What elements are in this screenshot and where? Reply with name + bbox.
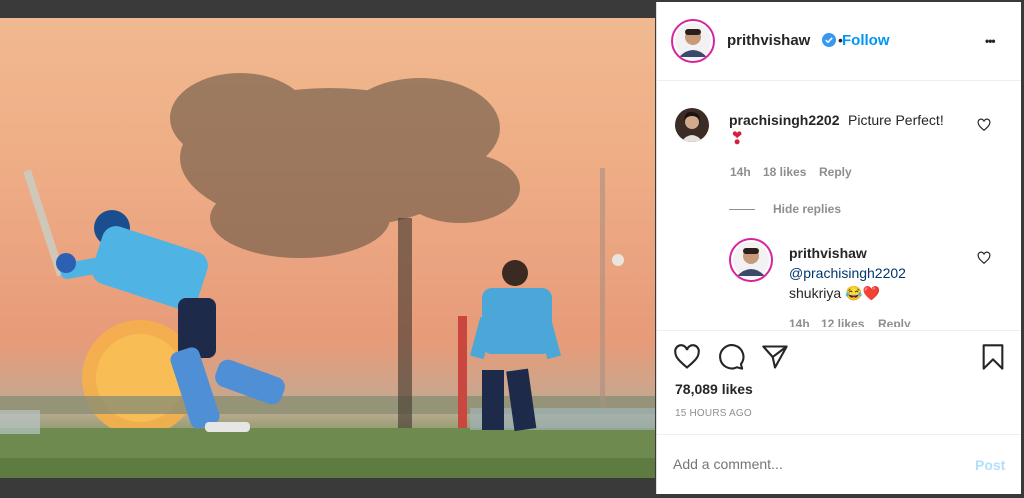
bookmark-icon[interactable] xyxy=(979,343,1007,376)
hide-replies-line xyxy=(729,209,755,210)
post-timestamp[interactable]: 15 HOURS AGO xyxy=(675,408,752,419)
verified-badge-icon xyxy=(822,33,836,52)
comment-icon[interactable] xyxy=(717,343,745,376)
post-comment-button[interactable]: Post xyxy=(975,457,1005,473)
reply-like-heart-icon[interactable] xyxy=(977,251,991,270)
reply-time: 14h xyxy=(789,317,810,327)
author-avatar[interactable] xyxy=(671,19,715,63)
comment-text: Picture Perfect! xyxy=(848,112,944,128)
share-icon[interactable] xyxy=(761,343,789,376)
post-header: prithvishaw • Follow ••• xyxy=(657,2,1021,81)
likes-count[interactable]: 78,089 likes xyxy=(675,381,753,397)
reply-mention-link[interactable]: @prachisingh2202 xyxy=(789,265,906,281)
hide-replies-button[interactable]: Hide replies xyxy=(773,202,841,216)
reply-likes[interactable]: 12 likes xyxy=(821,317,864,327)
reply-reply-button[interactable]: Reply xyxy=(878,317,911,327)
post-sidebar: prithvishaw • Follow ••• prachisingh2202… xyxy=(656,2,1021,494)
reply-text: shukriya 😂❤️ xyxy=(789,285,880,301)
comment-emoji: ❣ xyxy=(730,129,745,148)
commenter-avatar[interactable] xyxy=(675,108,709,142)
more-options-icon[interactable]: ••• xyxy=(985,34,996,48)
comment-time: 14h xyxy=(730,165,751,179)
composer-divider xyxy=(657,434,1021,435)
comment-likes[interactable]: 18 likes xyxy=(763,165,806,179)
heart-icon[interactable] xyxy=(673,343,701,376)
reply-avatar[interactable] xyxy=(729,238,773,282)
comment-reply-button[interactable]: Reply xyxy=(819,165,852,179)
comment-username[interactable]: prachisingh2202 xyxy=(729,112,840,128)
comment-like-heart-icon[interactable] xyxy=(977,118,991,137)
author-username[interactable]: prithvishaw xyxy=(727,32,810,49)
comment-input[interactable] xyxy=(673,452,943,476)
reply-meta-row: 14h 12 likes Reply xyxy=(789,317,969,327)
reply-username[interactable]: prithvishaw xyxy=(789,245,867,261)
follow-button[interactable]: Follow xyxy=(842,32,890,49)
actions-divider xyxy=(657,330,1021,331)
post-photo[interactable] xyxy=(0,18,655,478)
cricket-sunset-photo xyxy=(0,73,655,478)
